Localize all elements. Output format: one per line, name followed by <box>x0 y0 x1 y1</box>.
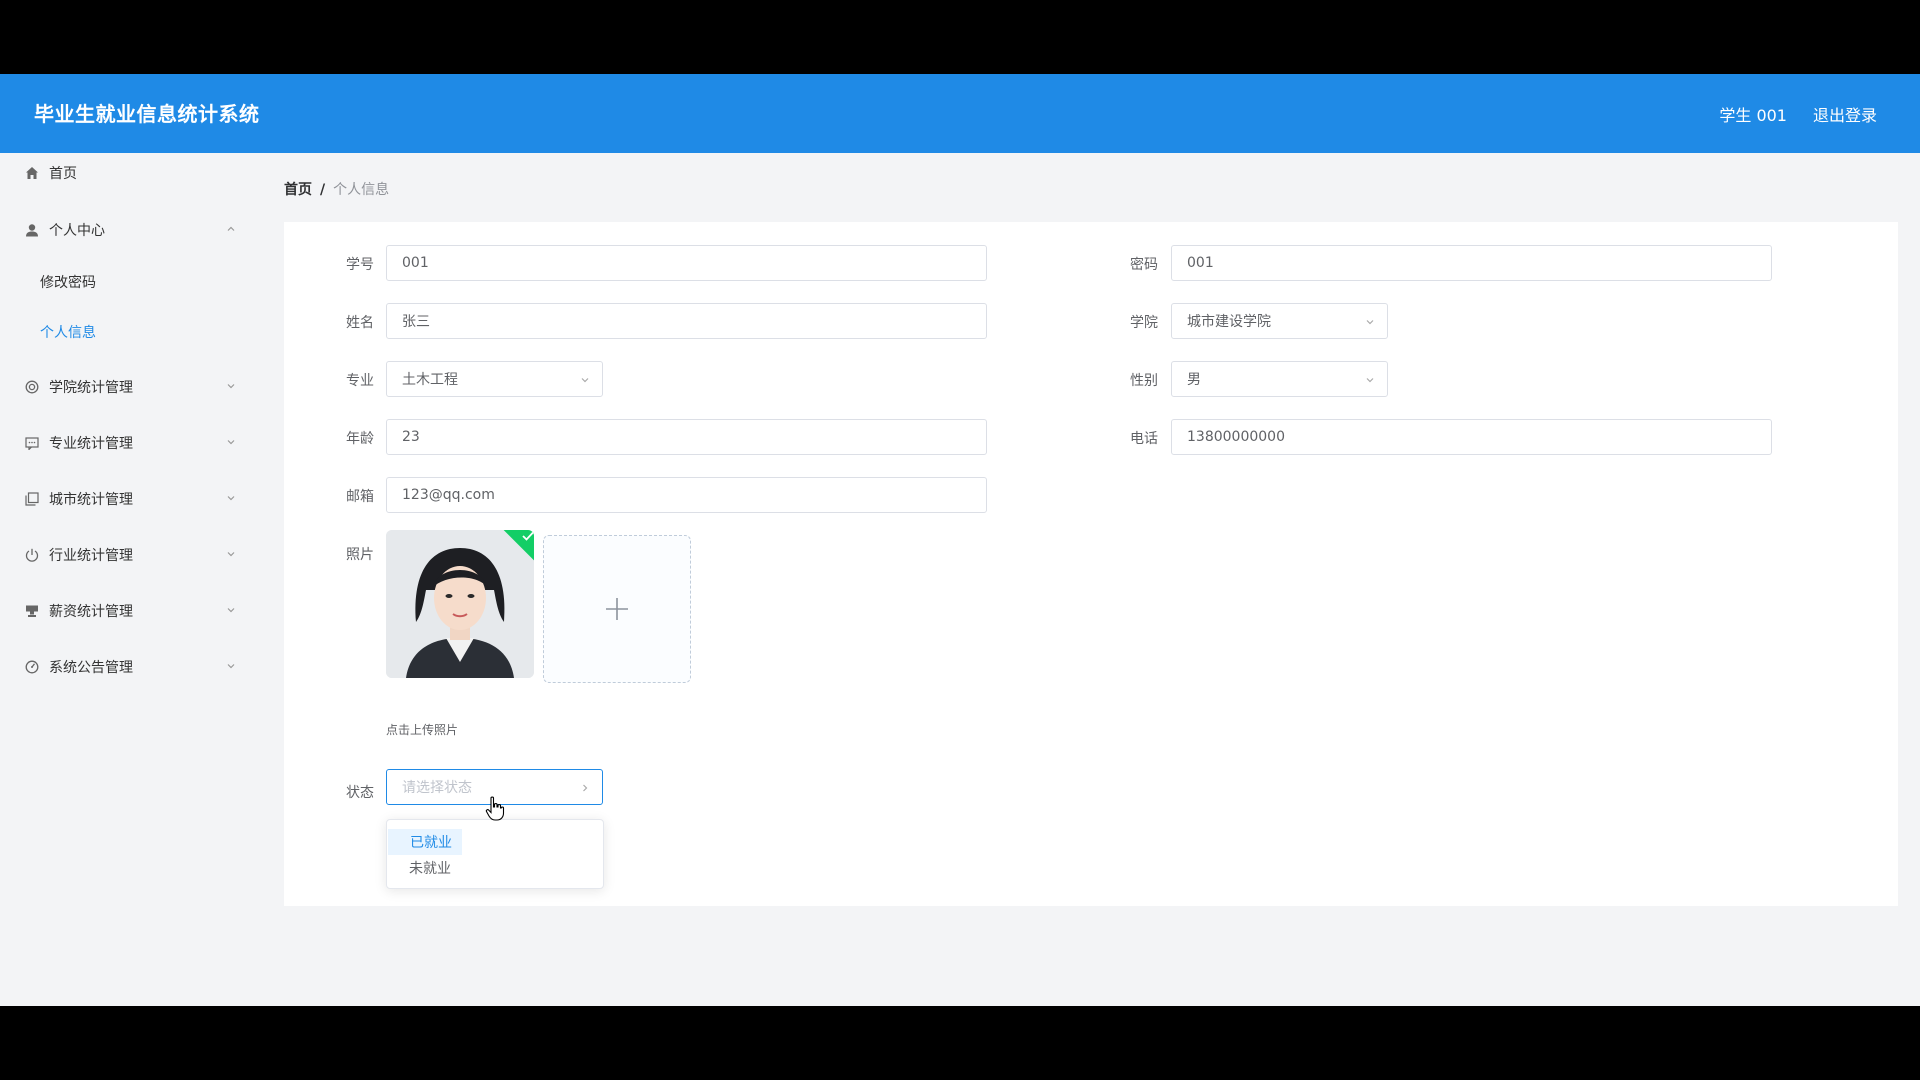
major-label: 专业 <box>346 373 374 389</box>
photo-label: 照片 <box>346 547 374 563</box>
status-placeholder: 请选择状态 <box>402 780 472 796</box>
power-icon <box>24 547 40 563</box>
chevron-down-icon <box>227 608 235 613</box>
current-user: 学生 001 <box>1719 106 1787 125</box>
chevron-down-icon <box>227 440 235 445</box>
home-icon <box>24 165 40 181</box>
gauge-icon <box>24 659 40 675</box>
password-input[interactable]: 001 <box>1171 245 1772 281</box>
gender-select[interactable]: 男 <box>1171 361 1388 397</box>
sidebar-item-label: 系统公告管理 <box>49 660 133 676</box>
upload-tip: 点击上传照片 <box>386 723 459 737</box>
sidebar-item-notice-mgmt[interactable]: 系统公告管理 <box>0 647 262 687</box>
sidebar-item-salary-stats[interactable]: 薪资统计管理 <box>0 591 262 631</box>
sidebar-item-home[interactable]: 首页 <box>0 153 262 193</box>
major-value: 土木工程 <box>402 372 458 388</box>
breadcrumb-separator: / <box>320 182 326 198</box>
name-value: 张三 <box>402 314 430 330</box>
sidebar-item-college-stats[interactable]: 学院统计管理 <box>0 367 262 407</box>
chevron-down-icon <box>1366 378 1374 383</box>
sidebar-item-label: 城市统计管理 <box>49 492 133 508</box>
sidebar-item-label: 薪资统计管理 <box>49 604 133 620</box>
phone-label: 电话 <box>1130 431 1158 447</box>
uploaded-photo[interactable] <box>386 530 534 678</box>
status-label: 状态 <box>346 785 374 801</box>
sidebar-item-label: 专业统计管理 <box>49 436 133 452</box>
chevron-down-icon <box>227 496 235 501</box>
chevron-down-icon <box>227 664 235 669</box>
sidebar-item-city-stats[interactable]: 城市统计管理 <box>0 479 262 519</box>
chevron-right-icon <box>583 784 588 792</box>
plus-icon <box>606 598 628 620</box>
sidebar-item-industry-stats[interactable]: 行业统计管理 <box>0 535 262 575</box>
breadcrumb-current: 个人信息 <box>333 182 390 198</box>
app-window: 毕业生就业信息统计系统 学生 001 退出登录 首页 个人中心 修改密码 个人信… <box>0 74 1920 1006</box>
chevron-down-icon <box>227 552 235 557</box>
sidebar-item-major-stats[interactable]: 专业统计管理 <box>0 423 262 463</box>
status-dropdown: 已就业 未就业 <box>386 819 604 889</box>
password-label: 密码 <box>1130 257 1158 273</box>
sidebar-item-label: 个人中心 <box>49 223 105 239</box>
major-select[interactable]: 土木工程 <box>386 361 603 397</box>
age-label: 年龄 <box>346 431 374 447</box>
chevron-down-icon <box>1366 320 1374 325</box>
chevron-down-icon <box>227 384 235 389</box>
college-select[interactable]: 城市建设学院 <box>1171 303 1388 339</box>
college-label: 学院 <box>1130 315 1158 331</box>
sidebar: 首页 个人中心 修改密码 个人信息 学院统计管理 专业统计管理 城市统计管理 行… <box>0 153 262 1006</box>
user-icon <box>24 222 40 238</box>
student-id-input[interactable]: 001 <box>386 245 987 281</box>
letterbox-top <box>0 0 1920 74</box>
sidebar-item-personal-center[interactable]: 个人中心 <box>0 210 262 250</box>
breadcrumb: 首页 / 个人信息 <box>284 179 389 199</box>
app-title: 毕业生就业信息统计系统 <box>34 102 260 126</box>
name-input[interactable]: 张三 <box>386 303 987 339</box>
copy-icon <box>24 491 40 507</box>
gender-value: 男 <box>1187 372 1201 388</box>
upload-photo-button[interactable] <box>543 535 691 683</box>
chevron-down-icon <box>581 378 589 383</box>
phone-value: 13800000000 <box>1187 429 1285 445</box>
check-icon <box>522 531 534 541</box>
portrait-image <box>386 530 534 678</box>
sidebar-item-label: 首页 <box>49 166 77 182</box>
gender-label: 性别 <box>1130 373 1158 389</box>
phone-input[interactable]: 13800000000 <box>1171 419 1772 455</box>
student-id-label: 学号 <box>346 257 374 273</box>
sidebar-item-label: 学院统计管理 <box>49 380 133 396</box>
chevron-up-icon <box>227 226 235 231</box>
college-value: 城市建设学院 <box>1187 314 1271 330</box>
age-value: 23 <box>402 429 420 445</box>
password-value: 001 <box>1187 255 1214 271</box>
letterbox-bottom <box>0 1006 1920 1080</box>
email-label: 邮箱 <box>346 489 374 505</box>
breadcrumb-home[interactable]: 首页 <box>284 182 312 198</box>
age-input[interactable]: 23 <box>386 419 987 455</box>
email-value: 123@qq.com <box>402 487 495 503</box>
status-option-unemployed[interactable]: 未就业 <box>387 855 605 881</box>
stamp-icon <box>24 603 40 619</box>
sidebar-subitem-change-password[interactable]: 修改密码 <box>0 264 262 300</box>
hand-cursor-icon <box>485 796 505 821</box>
name-label: 姓名 <box>346 315 374 331</box>
message-icon <box>24 435 40 451</box>
status-option-employed[interactable]: 已就业 <box>388 829 462 855</box>
circle-icon <box>24 379 40 395</box>
sidebar-item-label: 行业统计管理 <box>49 548 133 564</box>
top-header: 毕业生就业信息统计系统 学生 001 退出登录 <box>0 74 1920 153</box>
email-input[interactable]: 123@qq.com <box>386 477 987 513</box>
student-id-value: 001 <box>402 255 429 271</box>
logout-link[interactable]: 退出登录 <box>1813 102 1877 126</box>
sidebar-subitem-personal-info[interactable]: 个人信息 <box>0 314 262 350</box>
